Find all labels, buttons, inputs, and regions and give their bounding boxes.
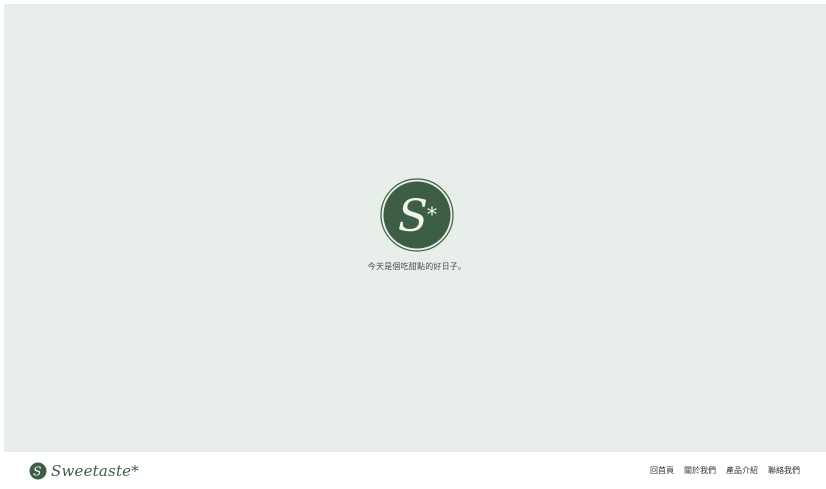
- logo-letter: S: [33, 464, 41, 478]
- sweetaste-logo-icon: S: [29, 462, 47, 479]
- hero-tagline: 今天是個吃甜點的好日子。: [367, 262, 467, 271]
- page: S * 今天是個吃甜點的好日子。 S Sweetaste* 回首頁 關於我們 產…: [0, 0, 826, 489]
- nav-link-products[interactable]: 產品介紹: [726, 465, 758, 476]
- footer: S Sweetaste* 回首頁 關於我們 產品介紹 聯絡我們: [0, 452, 826, 489]
- sweetaste-emblem-icon: S *: [380, 178, 454, 252]
- nav-link-contact[interactable]: 聯絡我們: [768, 465, 800, 476]
- brand-name: Sweetaste*: [51, 461, 139, 480]
- emblem-letter: S: [398, 191, 428, 242]
- nav-link-about[interactable]: 關於我們: [684, 465, 716, 476]
- nav-link-home[interactable]: 回首頁: [650, 465, 674, 476]
- emblem-asterisk: *: [427, 202, 437, 226]
- brand-logo[interactable]: S Sweetaste*: [29, 461, 139, 480]
- footer-nav: 回首頁 關於我們 產品介紹 聯絡我們: [650, 465, 800, 476]
